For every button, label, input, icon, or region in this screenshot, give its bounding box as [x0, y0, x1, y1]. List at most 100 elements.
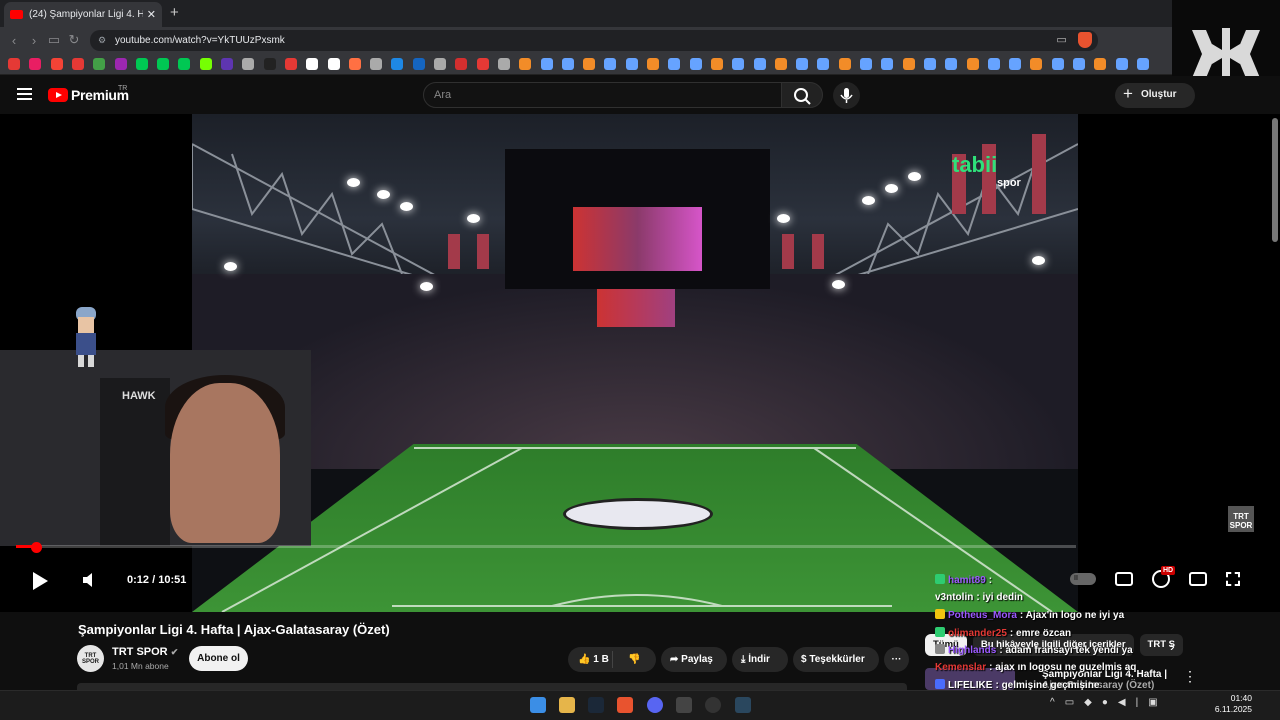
- reload-icon[interactable]: ↻: [64, 32, 84, 48]
- page-scrollbar[interactable]: [1272, 118, 1278, 242]
- bookmark-favicon-icon[interactable]: [263, 58, 276, 70]
- bookmark-favicon-icon[interactable]: [1030, 58, 1043, 70]
- mic-tray-icon[interactable]: |: [1136, 697, 1139, 708]
- brave-browser-icon[interactable]: [617, 697, 633, 713]
- search-button[interactable]: [781, 82, 823, 108]
- bookmark-favicon-icon[interactable]: [945, 58, 958, 70]
- speaker-icon[interactable]: ◀: [1118, 697, 1126, 708]
- bookmark-favicon-icon[interactable]: [391, 58, 404, 70]
- url-field[interactable]: ⚙ youtube.com/watch?v=YkTUUzPxsmk ▭ ↗: [90, 30, 1098, 51]
- create-button[interactable]: + Oluştur: [1115, 83, 1195, 108]
- bookmark-favicon-icon[interactable]: [412, 58, 425, 70]
- bookmark-favicon-icon[interactable]: [583, 58, 596, 70]
- bookmark-favicon-icon[interactable]: [838, 58, 851, 70]
- dislike-button[interactable]: 👎: [628, 647, 640, 672]
- network-icon[interactable]: ▣: [1148, 697, 1157, 708]
- volume-icon[interactable]: [83, 573, 95, 587]
- bookmark-favicon-icon[interactable]: [668, 58, 681, 70]
- browser-tab[interactable]: (24) Şampiyonlar Ligi 4. Hafta | Aja ✕: [4, 2, 162, 27]
- bookmark-favicon-icon[interactable]: [157, 58, 170, 70]
- steam-icon[interactable]: [588, 697, 604, 713]
- file-explorer-icon[interactable]: [559, 697, 575, 713]
- bookmark-favicon-icon[interactable]: [774, 58, 787, 70]
- bookmark-favicon-icon[interactable]: [93, 58, 106, 70]
- bookmark-favicon-icon[interactable]: [71, 58, 84, 70]
- play-button[interactable]: [33, 572, 48, 590]
- bookmark-favicon-icon[interactable]: [881, 58, 894, 70]
- bookmark-favicon-icon[interactable]: [370, 58, 383, 70]
- video-frame[interactable]: tabii spor: [192, 114, 1078, 612]
- bookmark-favicon-icon[interactable]: [625, 58, 638, 70]
- bookmark-favicon-icon[interactable]: [455, 58, 468, 70]
- tray-chevron-icon[interactable]: ^: [1050, 697, 1055, 708]
- bookmark-favicon-icon[interactable]: [199, 58, 212, 70]
- forward-icon[interactable]: ›: [24, 33, 44, 48]
- tab-close-icon[interactable]: ✕: [147, 8, 156, 21]
- bookmark-favicon-icon[interactable]: [8, 58, 20, 70]
- more-actions-button[interactable]: ···: [884, 647, 909, 672]
- epic-games-icon[interactable]: [676, 697, 692, 713]
- bookmark-favicon-icon[interactable]: [710, 58, 723, 70]
- download-button[interactable]: ⤓ İndir: [732, 647, 788, 672]
- like-button[interactable]: 👍 1 B: [578, 654, 609, 665]
- bookmark-favicon-icon[interactable]: [135, 58, 148, 70]
- bookmark-favicon-icon[interactable]: [242, 58, 255, 70]
- bookmark-favicon-icon[interactable]: [796, 58, 809, 70]
- bookmark-icon[interactable]: ▭: [44, 32, 64, 48]
- bookmark-favicon-icon[interactable]: [923, 58, 936, 70]
- shield-icon[interactable]: ◆: [1084, 697, 1092, 708]
- fullscreen-icon[interactable]: [1226, 572, 1240, 586]
- bookmark-favicon-icon[interactable]: [966, 58, 979, 70]
- bookmark-favicon-icon[interactable]: [284, 58, 297, 70]
- bookmark-favicon-icon[interactable]: [434, 58, 446, 70]
- bookmark-favicon-icon[interactable]: [732, 58, 745, 70]
- menu-icon[interactable]: [17, 88, 32, 103]
- bookmark-favicon-icon[interactable]: [1073, 58, 1085, 70]
- bookmark-favicon-icon[interactable]: [860, 58, 872, 70]
- bookmark-favicon-icon[interactable]: [817, 58, 830, 70]
- bookmark-favicon-icon[interactable]: [902, 58, 915, 70]
- back-icon[interactable]: ‹: [4, 33, 24, 48]
- progress-bar[interactable]: [16, 545, 1076, 548]
- new-tab-button[interactable]: +: [170, 4, 179, 21]
- recommended-more-icon[interactable]: ⋮: [1183, 668, 1197, 685]
- voice-search-button[interactable]: [833, 82, 860, 109]
- bookmark-favicon-icon[interactable]: [114, 58, 127, 70]
- discord-icon[interactable]: [647, 697, 663, 713]
- steam-app-icon[interactable]: [735, 697, 751, 713]
- bookmark-favicon-icon[interactable]: [476, 58, 489, 70]
- share-button[interactable]: ➦ Paylaş: [661, 647, 727, 672]
- bookmark-favicon-icon[interactable]: [178, 58, 191, 70]
- youtube-logo-icon[interactable]: [48, 88, 68, 102]
- subscribe-button[interactable]: Abone ol: [189, 646, 248, 671]
- bookmark-favicon-icon[interactable]: [1051, 58, 1064, 70]
- channel-avatar[interactable]: TRT SPOR: [77, 645, 104, 672]
- bookmark-favicon-icon[interactable]: [689, 58, 702, 70]
- steam-tray-icon[interactable]: ●: [1102, 697, 1108, 708]
- cast-icon[interactable]: ▭: [1056, 30, 1066, 51]
- progress-scrubber[interactable]: [31, 542, 42, 553]
- bookmark-favicon-icon[interactable]: [1136, 58, 1149, 70]
- bookmark-favicon-icon[interactable]: [987, 58, 1000, 70]
- bookmark-favicon-icon[interactable]: [753, 58, 766, 70]
- bookmark-favicon-icon[interactable]: [604, 58, 617, 70]
- battery-icon[interactable]: ▭: [1065, 697, 1074, 708]
- bookmark-favicon-icon[interactable]: [29, 58, 42, 70]
- bookmark-favicon-icon[interactable]: [540, 58, 553, 70]
- brave-shield-icon[interactable]: [1078, 32, 1092, 48]
- obs-studio-icon[interactable]: [705, 697, 721, 713]
- bookmark-favicon-icon[interactable]: [1094, 58, 1107, 70]
- bookmark-favicon-icon[interactable]: [327, 58, 340, 70]
- bookmark-favicon-icon[interactable]: [221, 58, 233, 70]
- bookmark-favicon-icon[interactable]: [50, 58, 63, 70]
- bookmark-favicon-icon[interactable]: [561, 58, 574, 70]
- bookmark-favicon-icon[interactable]: [519, 58, 532, 70]
- taskbar-clock[interactable]: 01:40 6.11.2025: [1210, 693, 1252, 715]
- thanks-button[interactable]: $ Teşekkürler: [793, 647, 879, 672]
- bookmark-favicon-icon[interactable]: [647, 58, 659, 70]
- bookmark-favicon-icon[interactable]: [306, 58, 319, 70]
- bookmark-favicon-icon[interactable]: [1009, 58, 1022, 70]
- channel-name[interactable]: TRT SPOR ✔: [112, 646, 178, 658]
- site-info-icon[interactable]: ⚙: [98, 30, 106, 51]
- start-menu-icon[interactable]: [530, 697, 546, 713]
